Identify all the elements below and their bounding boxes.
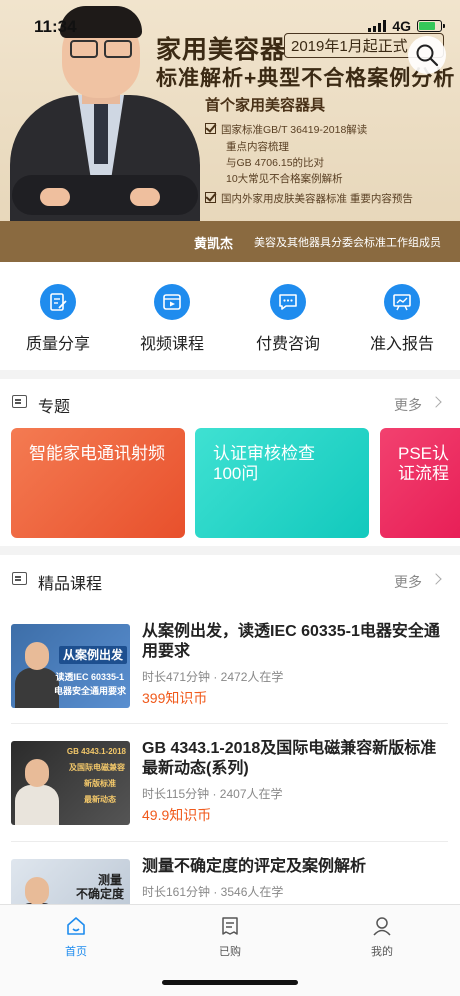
quick-entry-label: 质量分享 [25, 336, 90, 353]
tab-label: 我的 [371, 946, 393, 958]
hero-banner[interactable]: 11:34 4G 家用美容器 2019年1月起正式 标准解析+典型不合格案例分析… [0, 0, 460, 262]
video-icon [154, 284, 190, 320]
course-list-icon [12, 572, 27, 585]
list-separator [11, 723, 448, 724]
courses-section-header: 精品课程 更多 [0, 558, 460, 602]
course-meta: 时长161分钟 · 3546人在学 [142, 885, 284, 899]
quick-entry-paid-consult[interactable]: 付费咨询 [238, 284, 338, 354]
topic-card-title: 智能家电通讯射频 [29, 444, 165, 463]
home-indicator [162, 980, 298, 985]
courses-more-link[interactable]: 更多 [394, 572, 422, 592]
topic-card[interactable]: PSE认证流程 [380, 428, 460, 538]
tab-profile[interactable]: 我的 [342, 915, 422, 959]
network-label: 4G [392, 18, 411, 34]
quick-entry-label: 付费咨询 [255, 336, 320, 353]
banner-check-item: 国内外家用皮肤美容器标准 重要内容预告 [205, 191, 413, 206]
banner-bullet-line: 10大常见不合格案例解析 [226, 173, 343, 185]
home-icon [67, 917, 85, 935]
topic-card-title: PSE认证流程 [398, 444, 450, 483]
speaker-name: 黄凯杰 [194, 236, 234, 251]
report-icon [384, 284, 420, 320]
topic-card[interactable]: 智能家电通讯射频 [11, 428, 185, 538]
chevron-right-icon[interactable] [430, 573, 442, 585]
profile-icon [373, 917, 391, 936]
banner-section-heading: 首个家用美容器具 [205, 97, 326, 114]
chat-icon [270, 284, 306, 320]
quick-entry-label: 准入报告 [369, 336, 434, 353]
tab-label: 首页 [65, 946, 87, 958]
course-title: 测量不确定度的评定及案例解析 [142, 858, 367, 875]
status-time: 11:34 [34, 17, 77, 36]
checkbox-icon [205, 123, 216, 134]
status-indicators: 4G [368, 18, 445, 34]
course-thumbnail: 从案例出发 读透IEC 60335-1 电器安全通用要求 [11, 624, 130, 708]
quick-entry-label: 视频课程 [139, 336, 204, 353]
section-divider [0, 370, 460, 379]
topic-card[interactable]: 认证审核检查100问 [195, 428, 369, 538]
quick-entry-quality-share[interactable]: 质量分享 [8, 284, 108, 354]
quick-entry-grid: 质量分享 视频课程 付费咨询 准入报告 [0, 262, 460, 370]
course-thumbnail: GB 4343.1-2018 及国际电磁兼容 新版标准 最新动态 [11, 741, 130, 825]
banner-bullet-line: 与GB 4706.15的比对 [226, 157, 325, 169]
course-meta: 时长115分钟 · 2407人在学 [142, 787, 283, 801]
purchased-icon [222, 917, 238, 935]
topic-list-icon [12, 395, 27, 408]
search-icon [416, 44, 439, 67]
course-price: 399知识币 [142, 690, 208, 706]
battery-icon [417, 20, 445, 32]
topic-card-title: 认证审核检查100问 [213, 444, 315, 483]
section-title: 精品课程 [38, 576, 103, 593]
course-title: 从案例出发，读透IEC 60335-1电器安全通用要求 [142, 623, 440, 660]
edit-doc-icon [40, 284, 76, 320]
section-title: 专题 [38, 399, 71, 416]
course-title: GB 4343.1-2018及国际电磁兼容新版标准最新动态(系列) [142, 740, 437, 777]
status-bar: 11:34 4G [0, 0, 460, 44]
course-price: 49.9知识币 [142, 807, 212, 823]
topics-more-link[interactable]: 更多 [394, 395, 422, 415]
tab-label: 已购 [219, 946, 241, 958]
tab-home[interactable]: 首页 [36, 915, 116, 959]
speaker-org: 美容及其他器具分委会标准工作组成员 [254, 237, 441, 249]
quick-entry-video-course[interactable]: 视频课程 [122, 284, 222, 354]
banner-subtitle: 标准解析+典型不合格案例分析 [156, 67, 456, 90]
course-meta: 时长471分钟 · 2472人在学 [142, 670, 284, 684]
banner-bullet-line: 重点内容梳理 [226, 141, 289, 153]
tab-purchased[interactable]: 已购 [190, 915, 270, 959]
list-separator [11, 841, 448, 842]
search-button[interactable] [408, 36, 446, 74]
section-divider [0, 546, 460, 555]
course-item[interactable]: 从案例出发 读透IEC 60335-1 电器安全通用要求 从案例出发，读透IEC… [0, 623, 460, 742]
signal-icon [368, 20, 387, 32]
topics-section-header: 专题 更多 [0, 381, 460, 425]
banner-check-item: 国家标准GB/T 36419-2018解读 [205, 122, 367, 137]
checkbox-icon [205, 192, 216, 203]
chevron-right-icon[interactable] [430, 396, 442, 408]
quick-entry-access-report[interactable]: 准入报告 [352, 284, 452, 354]
